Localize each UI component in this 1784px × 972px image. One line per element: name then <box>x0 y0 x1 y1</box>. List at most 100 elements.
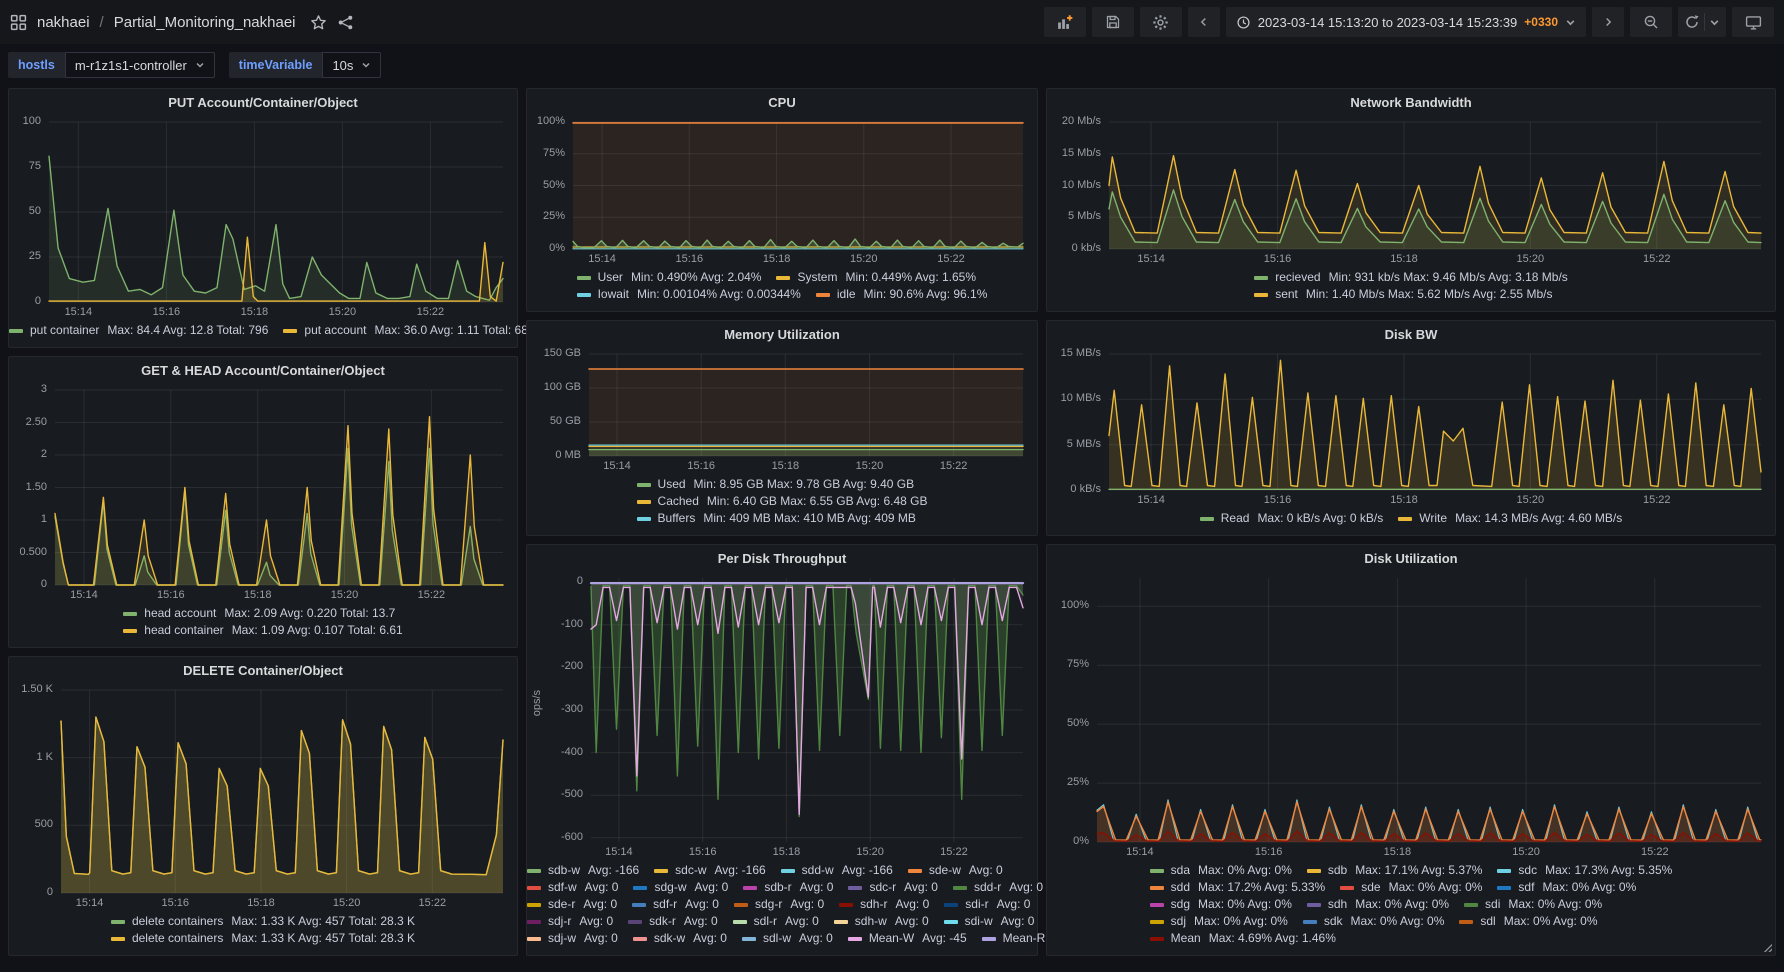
variable-value-dropdown[interactable]: m-r1z1s1-controller <box>64 52 215 78</box>
legend-stats: Avg: 0 <box>694 880 729 894</box>
save-dashboard-button[interactable] <box>1091 7 1134 37</box>
legend-item-sdj[interactable]: sdj Max: 0% Avg: 0% <box>1149 913 1288 930</box>
legend-swatch <box>628 919 643 924</box>
panel-title[interactable]: Network Bandwidth <box>1047 89 1775 116</box>
legend-item-sdb-r[interactable]: sdb-r Avg: 0 <box>743 879 833 896</box>
legend-item-sdc[interactable]: sdc Max: 17.3% Avg: 5.35% <box>1497 862 1672 879</box>
panel-cpu: CPU 0% 25% 50% 75% 100% 15:14 15:16 15:18 15:20 15… <box>526 88 1038 312</box>
legend-item-sdi-r[interactable]: sdi-r Avg: 0 <box>944 896 1030 913</box>
star-icon[interactable] <box>310 14 327 31</box>
zoom-out-button[interactable] <box>1630 7 1672 37</box>
add-panel-button[interactable] <box>1043 7 1086 37</box>
legend-item-put-container[interactable]: put container Max: 84.4 Avg: 12.8 Total: … <box>9 322 268 339</box>
legend-item-sde[interactable]: sde Max: 0% Avg: 0% <box>1340 879 1482 896</box>
legend-item-sdh[interactable]: sdh Max: 0% Avg: 0% <box>1306 896 1449 913</box>
legend-item-sdb[interactable]: sdb Max: 17.1% Avg: 5.37% <box>1306 862 1482 879</box>
panel-title[interactable]: Memory Utilization <box>527 321 1037 348</box>
legend-item-sdd-r[interactable]: sdd-r Avg: 0 <box>952 879 1043 896</box>
legend-item-Mean-W[interactable]: Mean-W Avg: -45 <box>847 930 967 947</box>
legend-item-sdf-w[interactable]: sdf-w Avg: 0 <box>527 879 618 896</box>
legend-item-head-account[interactable]: head account Max: 2.09 Avg: 0.220 Total: … <box>123 605 395 622</box>
legend-item-sdh-w[interactable]: sdh-w Avg: 0 <box>833 913 929 930</box>
legend-item-sdk[interactable]: sdk Max: 0% Avg: 0% <box>1302 913 1444 930</box>
legend-item-sdj-r[interactable]: sdj-r Avg: 0 <box>527 913 613 930</box>
legend-swatch <box>1306 868 1321 873</box>
share-icon[interactable] <box>337 14 354 31</box>
legend-item-sdg-r[interactable]: sdg-r Avg: 0 <box>733 896 824 913</box>
legend-item-sdg[interactable]: sdg Max: 0% Avg: 0% <box>1149 896 1292 913</box>
time-shift-back-button[interactable] <box>1187 7 1220 37</box>
legend-item-Used[interactable]: Used Min: 8.95 GB Max: 9.78 GB Avg: 9.40 … <box>636 476 914 493</box>
legend-item-sdk-w[interactable]: sdk-w Avg: 0 <box>632 930 727 947</box>
legend-swatch <box>847 936 862 941</box>
legend-item-sdd[interactable]: sdd Max: 17.2% Avg: 5.33% <box>1149 879 1325 896</box>
y-axis-tick: 1 <box>40 513 47 525</box>
panel-title[interactable]: Per Disk Throughput <box>527 545 1037 572</box>
legend-swatch <box>1459 919 1474 924</box>
legend-item-recieved[interactable]: recieved Min: 931 kb/s Max: 9.46 Mb/s Avg… <box>1254 269 1568 286</box>
legend-item-sdi-w[interactable]: sdi-w Avg: 0 <box>943 913 1034 930</box>
save-icon <box>1106 15 1119 29</box>
variable-value-dropdown[interactable]: 10s <box>322 52 382 78</box>
series-fill-Used <box>589 449 1023 456</box>
legend-item-sdl[interactable]: sdl Max: 0% Avg: 0% <box>1459 913 1598 930</box>
panel-title[interactable]: Disk Utilization <box>1047 545 1775 572</box>
legend-swatch <box>743 885 758 890</box>
legend-swatch <box>527 868 541 873</box>
legend-item-Mean[interactable]: Mean Max: 4.69% Avg: 1.46% <box>1149 930 1336 947</box>
legend-item-sdb-w[interactable]: sdb-w Avg: -166 <box>527 862 639 879</box>
cycle-view-mode-button[interactable] <box>1732 7 1774 37</box>
legend-item-head-container[interactable]: head container Max: 1.09 Avg: 0.107 Total… <box>123 622 403 639</box>
time-range-picker[interactable]: 2023-03-14 15:13:20 to 2023-03-14 15:23:… <box>1225 7 1586 37</box>
chevron-down-icon <box>196 62 204 68</box>
legend-item-Read[interactable]: Read Max: 0 kB/s Avg: 0 kB/s <box>1199 510 1383 527</box>
dashboard-settings-button[interactable] <box>1139 7 1182 37</box>
legend-item-sdc-w[interactable]: sdc-w Avg: -166 <box>654 862 766 879</box>
time-shift-forward-button[interactable] <box>1592 7 1624 37</box>
legend-item-Cached[interactable]: Cached Min: 6.40 GB Max: 6.55 GB Avg: 6.4… <box>636 493 927 510</box>
legend-item-sdg-w[interactable]: sdg-w Avg: 0 <box>633 879 728 896</box>
legend-item-sde-r[interactable]: sde-r Avg: 0 <box>527 896 617 913</box>
x-axis-tick: 15:20 <box>1516 253 1545 265</box>
legend-item-System[interactable]: System Min: 0.449% Avg: 1.65% <box>776 269 976 286</box>
legend-item-sdl-r[interactable]: sdl-r Avg: 0 <box>732 913 819 930</box>
legend-item-sde-w[interactable]: sde-w Avg: 0 <box>907 862 1003 879</box>
panel-title[interactable]: CPU <box>527 89 1037 116</box>
variable-value: 10s <box>332 57 354 73</box>
legend-item-sdd-w[interactable]: sdd-w Avg: -166 <box>780 862 893 879</box>
legend-item-sdk-r[interactable]: sdk-r Avg: 0 <box>628 913 718 930</box>
legend-item-Iowait[interactable]: Iowait Min: 0.00104% Avg: 0.00344% <box>576 286 801 303</box>
legend-item-sdf-r[interactable]: sdf-r Avg: 0 <box>632 896 719 913</box>
apps-grid-icon[interactable] <box>10 14 27 31</box>
legend-swatch <box>633 885 648 890</box>
panel-title[interactable]: PUT Account/Container/Object <box>9 89 517 116</box>
legend-label: Mean-R <box>1002 931 1046 945</box>
breadcrumb-dashboard[interactable]: Partial_Monitoring_nakhaei <box>114 14 296 31</box>
legend-item-sdi[interactable]: sdi Max: 0% Avg: 0% <box>1464 896 1602 913</box>
legend-item-sdh-r[interactable]: sdh-r Avg: 0 <box>839 896 929 913</box>
x-axis-tick: 15:22 <box>1642 253 1671 265</box>
legend-item-Buffers[interactable]: Buffers Min: 409 MB Max: 410 MB Avg: 409 … <box>636 510 916 527</box>
panel-title[interactable]: Disk BW <box>1047 321 1775 348</box>
panel-title[interactable]: DELETE Container/Object <box>9 657 517 684</box>
legend-item-User[interactable]: User Min: 0.490% Avg: 2.04% <box>576 269 761 286</box>
legend-item-delete-containers[interactable]: delete containers Max: 1.33 K Avg: 457 To… <box>110 913 415 930</box>
legend-item-idle[interactable]: idle Min: 90.6% Avg: 96.1% <box>815 286 987 303</box>
legend-item-delete-containers[interactable]: delete containers Max: 1.33 K Avg: 457 To… <box>110 930 415 947</box>
refresh-button[interactable] <box>1678 7 1726 37</box>
legend-item-sda[interactable]: sda Max: 0% Avg: 0% <box>1149 862 1292 879</box>
legend-item-sdc-r[interactable]: sdc-r Avg: 0 <box>848 879 938 896</box>
legend-item-sdj-w[interactable]: sdj-w Avg: 0 <box>527 930 618 947</box>
legend-label: sdf <box>1518 880 1535 894</box>
panel-title[interactable]: GET & HEAD Account/Container/Object <box>9 357 517 384</box>
legend-swatch <box>1149 919 1164 924</box>
x-axis-tick: 15:18 <box>1383 846 1412 858</box>
panel-resize-handle[interactable] <box>1764 944 1772 952</box>
legend-item-sdf[interactable]: sdf Max: 0% Avg: 0% <box>1497 879 1636 896</box>
legend-item-put-account[interactable]: put account Max: 36.0 Avg: 1.11 Total: 68… <box>283 322 538 339</box>
plot <box>589 578 1025 842</box>
legend-item-sdl-w[interactable]: sdl-w Avg: 0 <box>741 930 833 947</box>
breadcrumb-folder[interactable]: nakhaei <box>37 14 90 31</box>
legend-item-Write[interactable]: Write Max: 14.3 MB/s Avg: 4.60 MB/s <box>1398 510 1622 527</box>
legend-item-sent[interactable]: sent Min: 1.40 Mb/s Max: 5.62 Mb/s Avg: 2… <box>1254 286 1552 303</box>
